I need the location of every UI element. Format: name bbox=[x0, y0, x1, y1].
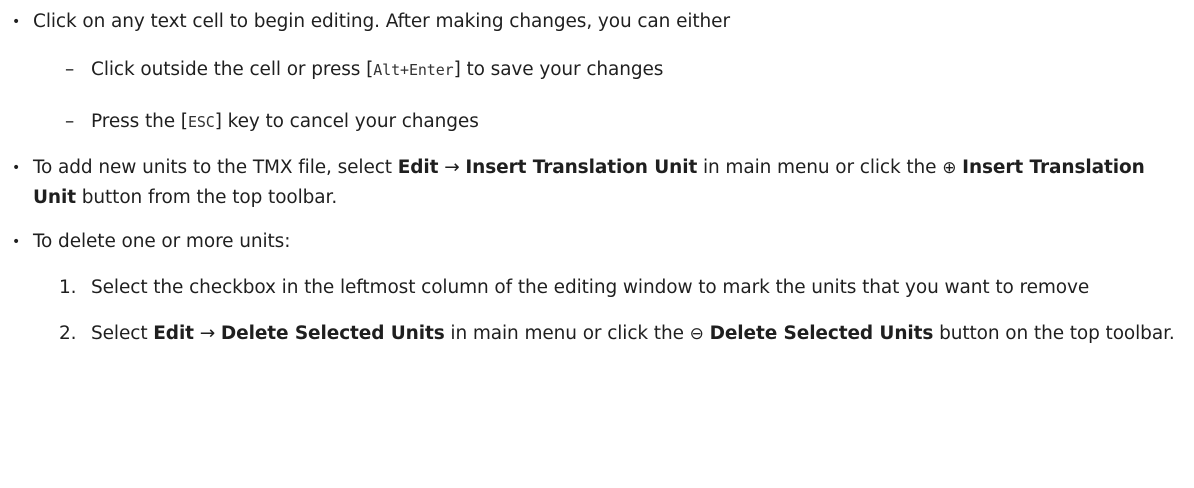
add-units-item: To add new units to the TMX file, select… bbox=[0, 153, 1194, 213]
esc-key: ESC bbox=[187, 113, 215, 131]
edit-cell-text: Click on any text cell to begin editing.… bbox=[33, 11, 730, 32]
delete-units-intro: To delete one or more units: bbox=[33, 231, 291, 252]
add-units-mid: in main menu or click the bbox=[697, 157, 943, 178]
delete-selected-units-menu-label: Delete Selected Units bbox=[220, 323, 445, 344]
save-option-item: Click outside the cell or press [Alt+Ent… bbox=[33, 55, 1186, 85]
minus-circle-icon: ⊖ bbox=[689, 324, 704, 344]
edit-options-list: Click outside the cell or press [Alt+Ent… bbox=[33, 55, 1186, 137]
step-number: 1. bbox=[59, 277, 77, 298]
menu-arrow: → bbox=[199, 323, 216, 344]
step-2-mid: in main menu or click the bbox=[444, 323, 690, 344]
cancel-option-post: ] key to cancel your changes bbox=[214, 111, 479, 132]
delete-selected-units-button-label: Delete Selected Units bbox=[709, 323, 934, 344]
delete-step-1: 1. Select the checkbox in the leftmost co… bbox=[33, 273, 1186, 303]
instructions-list: Click on any text cell to begin editing.… bbox=[0, 7, 1194, 349]
insert-translation-unit-menu-label: Insert Translation Unit bbox=[465, 157, 698, 178]
step-2-pre: Select bbox=[91, 323, 154, 344]
menu-arrow: → bbox=[444, 157, 460, 178]
save-option-pre: Click outside the cell or press [ bbox=[91, 59, 374, 80]
delete-units-item: To delete one or more units: 1. Select th… bbox=[0, 227, 1194, 349]
edit-cell-item: Click on any text cell to begin editing.… bbox=[0, 7, 1194, 137]
step-number: 2. bbox=[59, 323, 77, 344]
delete-step-2: 2. Select Edit → Delete Selected Units in… bbox=[33, 319, 1186, 349]
step-1-text: Select the checkbox in the leftmost colu… bbox=[91, 277, 1090, 298]
cancel-option-item: Press the [ESC] key to cancel your chang… bbox=[33, 107, 1186, 137]
plus-circle-icon: ⊕ bbox=[942, 158, 957, 178]
edit-menu-label: Edit bbox=[153, 323, 194, 344]
add-units-post: button from the top toolbar. bbox=[75, 187, 338, 208]
save-option-post: ] to save your changes bbox=[453, 59, 664, 80]
delete-steps-list: 1. Select the checkbox in the leftmost co… bbox=[33, 273, 1186, 349]
edit-menu-label: Edit bbox=[397, 157, 439, 178]
add-units-pre: To add new units to the TMX file, select bbox=[33, 157, 398, 178]
alt-enter-key: Alt+Enter bbox=[373, 61, 454, 79]
step-2-post: button on the top toolbar. bbox=[933, 323, 1175, 344]
cancel-option-pre: Press the [ bbox=[91, 111, 188, 132]
help-document: Click on any text cell to begin editing.… bbox=[0, 0, 1194, 488]
